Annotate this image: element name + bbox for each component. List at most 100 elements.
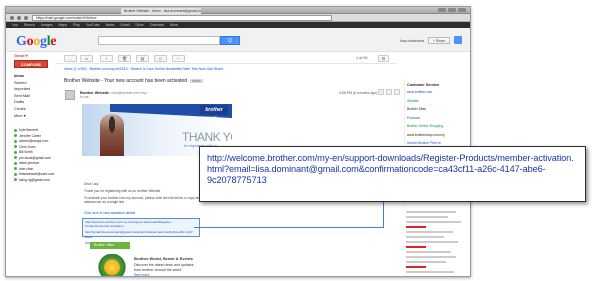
banner-tagline: at your side [202, 115, 218, 119]
search-button[interactable]: Q [220, 36, 240, 45]
ad-accent [406, 226, 426, 228]
google-logo[interactable]: Google [16, 34, 57, 50]
online-status-icon [14, 128, 17, 132]
chat-contact[interactable]: Kyle Bennett [14, 128, 38, 132]
ad-line [406, 261, 446, 263]
url-input[interactable]: https://mail.google.com/mail/u/0/#inbox [32, 15, 332, 21]
promo-line: from brother around the world [134, 268, 182, 272]
toolbar-button[interactable]: ← [64, 55, 77, 62]
chat-contact[interactable]: Jennifer Carter [14, 134, 41, 138]
toolbar-button[interactable]: ▤ [136, 55, 149, 62]
online-status-icon [14, 145, 17, 149]
activation-url-link[interactable]: http://welcome.brother.com/my-en/support… [207, 153, 577, 186]
share-button[interactable]: + Share [428, 36, 450, 44]
maximize-icon[interactable] [448, 8, 456, 12]
activation-link-line[interactable]: http://welcome.brother.com/my-en/support… [83, 219, 199, 229]
see-more-link[interactable]: See more [134, 273, 150, 276]
chat-contact[interactable]: lorie.chan [14, 167, 33, 171]
left-nav: Gmail ▾ COMPOSE Inbox Starred Important Sen… [6, 52, 56, 276]
ad-line [406, 211, 456, 213]
sidebar-item[interactable]: Inbox [14, 74, 24, 78]
minimize-icon[interactable] [438, 8, 446, 12]
screenshot-stage: Brother Website - Inbox - lisa.dominant@… [0, 0, 596, 281]
chat-contact[interactable]: kaing.ng@gmail.com [14, 178, 50, 182]
sender-avatar [65, 90, 75, 100]
chat-contact[interactable]: ahmed@sanya.com [14, 139, 48, 143]
promo-image[interactable] [94, 254, 130, 276]
compose-button[interactable]: COMPOSE [14, 60, 48, 68]
more-icon[interactable] [394, 89, 400, 95]
brother-logo: brother [200, 105, 228, 115]
sidebar-item[interactable]: Drafts [14, 100, 24, 104]
forward-icon[interactable] [17, 16, 21, 20]
online-status-icon [14, 172, 17, 176]
body-line: address bar as a single line [84, 200, 125, 204]
reply-icon[interactable] [386, 89, 392, 95]
reply-controls [378, 89, 400, 95]
online-status-icon [14, 134, 17, 138]
sidebar-item[interactable]: More ▾ [14, 113, 26, 118]
promo-title[interactable]: Brother World, Brand & Events [134, 256, 193, 261]
callout-connector [194, 201, 384, 228]
toolbar-button[interactable]: 🗑 [118, 55, 131, 62]
star-icon[interactable] [378, 89, 384, 95]
inbox-label[interactable]: Inbox [190, 79, 203, 83]
gmail-header: Google Q lisa.dominant + Share [6, 28, 470, 52]
back-icon[interactable] [10, 16, 14, 20]
right-panel-line[interactable]: Products [407, 116, 420, 120]
close-icon[interactable] [458, 8, 466, 12]
ad-line [406, 271, 454, 273]
avatar[interactable] [454, 36, 462, 44]
subject-text: Brother Website - Your new account has b… [64, 78, 188, 84]
right-panel-line[interactable]: Search Brother Print to [407, 141, 441, 145]
banner-photo [100, 114, 124, 156]
ads-strip [404, 207, 466, 276]
sidebar-item[interactable]: Circles [14, 107, 26, 111]
sidebar-item[interactable]: Starred [14, 81, 26, 85]
to-line[interactable]: to me [80, 95, 89, 99]
tab-bar: Brother Website - Inbox - lisa.dominant@… [6, 7, 470, 14]
logo-letter: e [50, 34, 57, 49]
toolbar-button[interactable]: ◇ [154, 55, 167, 62]
activation-link-line[interactable]: html?email=lisa.dominant@gmail.com&confi… [83, 229, 199, 239]
sidebar-item[interactable]: Important [14, 87, 30, 91]
ad-accent [406, 246, 426, 248]
ad-line [406, 221, 461, 223]
ad-line [406, 236, 444, 238]
email-subject: Brother Website - Your new account has b… [64, 78, 203, 84]
thank-you-heading: THANK YOU [182, 130, 232, 144]
toolbar-button[interactable]: ▭ [80, 55, 93, 62]
toolbar-button[interactable]: ⋯ [172, 55, 185, 62]
browser-window: Brother Website - Inbox - lisa.dominant@… [5, 6, 471, 277]
chat-contact[interactable]: pro.ducts@gmail.com [14, 156, 51, 160]
reload-icon[interactable] [24, 16, 28, 20]
body-line: Thank you for registering with us on bro… [84, 189, 161, 193]
gmail-menu[interactable]: Gmail ▾ [14, 53, 28, 58]
chat-contact[interactable]: Bill Smith [14, 150, 33, 154]
ad-line [406, 251, 451, 253]
logo-letter: G [16, 34, 27, 49]
activation-details-link[interactable]: Click here to view activation details [84, 211, 135, 215]
logo-letter: o [33, 34, 40, 49]
online-status-icon [14, 167, 17, 171]
settings-icon[interactable]: ⚙ [378, 55, 389, 62]
right-panel-line: Brother Sites [407, 107, 427, 111]
online-status-icon [14, 150, 17, 154]
right-panel-line: Brother Online Shopping [407, 124, 444, 128]
sender-line: Brother Website <info@brother.com.my> to… [80, 91, 148, 99]
toolbar-button[interactable]: ! [100, 55, 113, 62]
chat-contact[interactable]: claire.johnson [14, 161, 39, 165]
search-input[interactable] [98, 36, 220, 45]
page-info: 1 of 50 [356, 56, 368, 60]
right-panel-line: Website [407, 98, 419, 103]
sidebar-item[interactable]: Sent Mail [14, 94, 30, 98]
logo-letter: g [40, 34, 47, 49]
user-name[interactable]: lisa.dominant [400, 38, 424, 43]
chat-contact[interactable]: brianstewart@nwrk.com [14, 172, 54, 176]
message-toolbar: 1 of 50 ⚙ ← ▭! 🗑 ▤ ◇ ⋯ [56, 52, 396, 64]
ad-accent [406, 266, 426, 268]
right-panel-line[interactable]: www.brother.com [407, 90, 432, 94]
breadcrumb[interactable]: Inbox (1 of 50) · Brother.com.my.en/2013… [64, 67, 394, 75]
activation-link-box[interactable]: http://welcome.brother.com/my-en/support… [82, 218, 200, 245]
chat-contact[interactable]: Chris Dunn [14, 145, 36, 149]
